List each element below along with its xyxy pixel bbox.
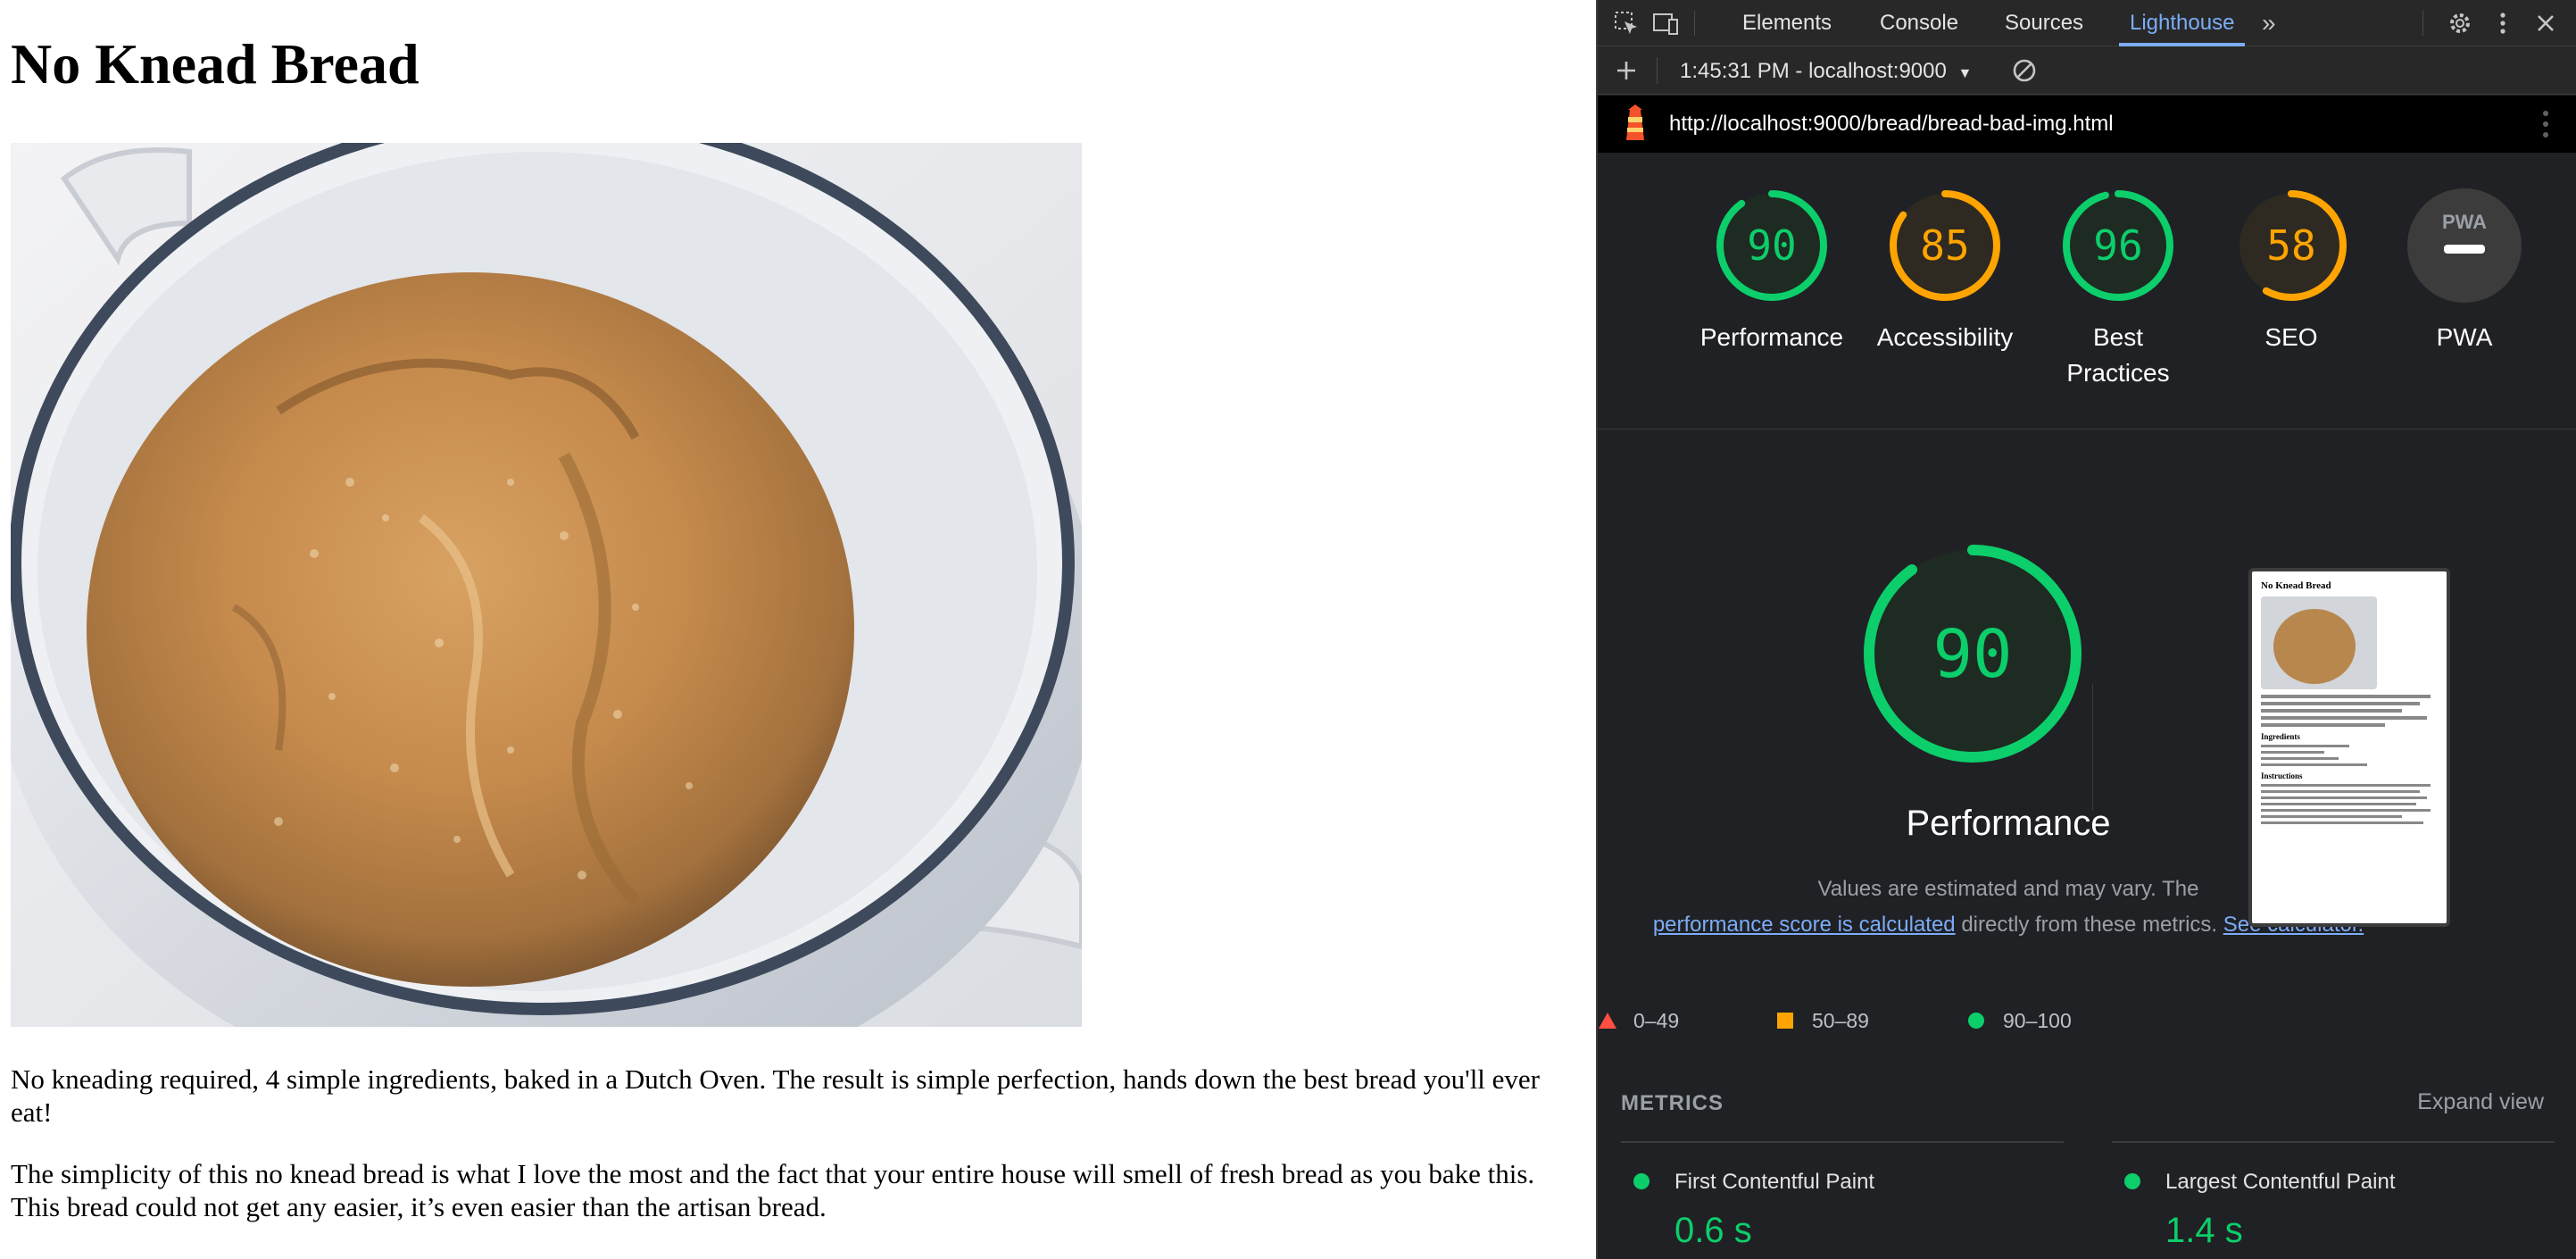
thumbnail-image [2261, 596, 2377, 689]
legend-pass: 90–100 [1967, 1009, 2072, 1033]
gauge-ring: 90 [1716, 190, 1827, 301]
gauge-score: 58 [2266, 221, 2315, 270]
gauge-label: PWA [2436, 323, 2493, 351]
gauge-ring: 96 [2063, 190, 2173, 301]
gauge-score: 90 [1932, 616, 2012, 693]
divider [1621, 1141, 2064, 1143]
lighthouse-toolbar: 1:45:31 PM - localhost:9000 ▼ [1598, 46, 2576, 95]
bread-photo [11, 143, 1082, 1027]
thumbnail-ingredients-heading: Ingredients [2261, 732, 2300, 741]
triangle-icon [1599, 1013, 1616, 1029]
tab-lighthouse[interactable]: Lighthouse [2118, 0, 2246, 46]
report-url[interactable]: http://localhost:9000/bread/bread-bad-im… [1669, 112, 2114, 137]
legend-label: 50–89 [1812, 1009, 1869, 1032]
performance-gauge-ring: 90 [1864, 545, 2082, 763]
expand-view-button[interactable]: Expand view [2417, 1089, 2544, 1115]
devtools-tabbar: Elements Console Sources Lighthouse » [1598, 0, 2576, 46]
thumbnail-title: No Knead Bread [2261, 580, 2331, 591]
inspect-element-icon[interactable] [1612, 9, 1641, 38]
gauge-pwa[interactable]: PWA PWA [2380, 188, 2549, 355]
gauge-performance[interactable]: 90 Performance [1687, 188, 1857, 355]
gauge-label: Performance [1699, 323, 1844, 351]
report-url-bar: http://localhost:9000/bread/bread-bad-im… [1598, 96, 2576, 153]
thumbnail-instructions-heading: Instructions [2261, 771, 2303, 780]
legend-average: 50–89 [1776, 1009, 1869, 1033]
metric-largest-contentful-paint: Largest Contentful Paint 1.4 s [2123, 1170, 2396, 1251]
metric-name: Largest Contentful Paint [2123, 1170, 2396, 1195]
score-legend: 0–49 50–89 90–100 [1598, 1009, 2133, 1041]
gauge-score: 85 [1920, 221, 1969, 270]
metric-first-contentful-paint: First Contentful Paint 0.6 s [1632, 1170, 1874, 1251]
legend-label: 90–100 [2003, 1009, 2072, 1032]
gauge-ring: 85 [1890, 190, 2000, 301]
metric-name: First Contentful Paint [1632, 1170, 1874, 1195]
close-icon[interactable] [2531, 9, 2560, 38]
square-icon [1777, 1013, 1793, 1029]
thumbnail-list [2261, 745, 2438, 766]
metric-value: 1.4 s [2165, 1211, 2243, 1250]
metrics-heading: METRICS [1621, 1091, 1724, 1115]
gauge-label: Accessibility [1876, 323, 2014, 351]
metric-value: 0.6 s [1674, 1211, 1752, 1250]
pwa-badge-text: PWA [2442, 211, 2487, 233]
gauge-score: 90 [1747, 221, 1796, 270]
gauge-label: Best Practices [2066, 323, 2170, 387]
tab-sources[interactable]: Sources [2005, 0, 2083, 46]
pwa-badge-icon: PWA [2407, 188, 2522, 303]
intro-paragraph: No kneading required, 4 simple ingredien… [11, 1063, 1541, 1128]
performance-score-link[interactable]: performance score is calculated [1653, 913, 1956, 937]
kebab-menu-icon[interactable] [2489, 9, 2517, 38]
lighthouse-logo-icon [1617, 104, 1653, 148]
tab-console[interactable]: Console [1880, 0, 1958, 46]
gauge-label: SEO [2264, 323, 2318, 351]
divider [2112, 1141, 2555, 1143]
plus-icon[interactable] [1612, 56, 1641, 85]
page-screenshot-thumbnail[interactable]: No Knead Bread Ingredients Instructions [2248, 568, 2450, 927]
description-paragraph: The simplicity of this no knead bread is… [11, 1158, 1535, 1222]
legend-label: 0–49 [1633, 1009, 1680, 1032]
gauge-seo[interactable]: 58 SEO [2206, 188, 2376, 355]
chevron-double-right-icon[interactable]: » [2262, 9, 2290, 38]
desc-text: directly from these metrics. [1961, 913, 2218, 937]
circle-icon [1968, 1013, 1984, 1029]
web-page: No Knead Bread No kneading required, 4 s… [0, 0, 1596, 1259]
device-toolbar-icon[interactable] [1651, 9, 1680, 38]
legend-fail: 0–49 [1598, 1009, 1679, 1033]
devtools-panel: Elements Console Sources Lighthouse » 1:… [1596, 0, 2576, 1259]
category-gauges: 90 Performance 85 Accessibility 96 Best … [1598, 154, 2576, 429]
gauge-best-practices[interactable]: 96 Best Practices [2033, 188, 2203, 391]
gear-icon[interactable] [2446, 9, 2474, 38]
gauge-score: 96 [2093, 221, 2142, 270]
clear-icon[interactable] [2010, 56, 2039, 85]
gauge-accessibility[interactable]: 85 Accessibility [1860, 188, 2030, 355]
tab-elements[interactable]: Elements [1742, 0, 1832, 46]
kebab-menu-icon[interactable] [2539, 108, 2553, 145]
gauge-ring: 58 [2236, 190, 2347, 301]
performance-gauge-large: 90 [1732, 541, 2214, 773]
thumbnail-text-lines [2261, 695, 2438, 727]
report-select[interactable]: 1:45:31 PM - localhost:9000 ▼ [1680, 59, 1972, 84]
thumbnail-instructions [2261, 784, 2438, 824]
desc-text: Values are estimated and may vary. The [1817, 877, 2199, 901]
page-title: No Knead Bread [11, 32, 420, 96]
report-select-label: 1:45:31 PM - localhost:9000 [1680, 59, 1947, 83]
caret-down-icon: ▼ [1957, 66, 1973, 81]
